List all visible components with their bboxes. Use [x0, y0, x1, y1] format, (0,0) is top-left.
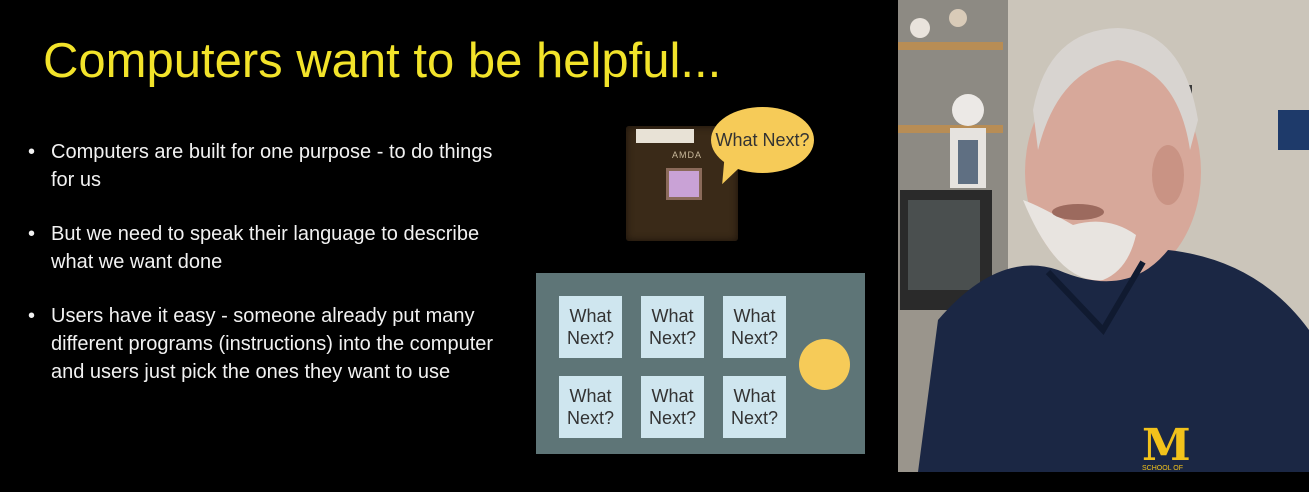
yellow-circle: [799, 339, 850, 390]
bullet-text: Computers are built for one purpose - to…: [51, 141, 493, 191]
bullet-text: But we need to speak their language to d…: [51, 223, 480, 273]
bullet-dot: •: [28, 223, 36, 245]
slide-title: Computers want to be helpful...: [43, 34, 722, 88]
speaker-video: M SCHOOL OF: [898, 0, 1309, 472]
program-tile: What Next?: [723, 296, 786, 358]
program-tile: What Next?: [641, 296, 704, 358]
speaker-scene: M SCHOOL OF: [898, 0, 1309, 472]
shirt-text: SCHOOL OF: [1142, 465, 1183, 472]
chip-sticker: [636, 129, 694, 143]
bullet-list: • Computers are built for one purpose - …: [28, 138, 498, 412]
slide: Computers want to be helpful... • Comput…: [0, 0, 898, 472]
program-tile: What Next?: [559, 296, 622, 358]
program-tile: What Next?: [723, 376, 786, 438]
bullet-dot: •: [28, 141, 36, 163]
chip-brand-label: AMDA: [672, 150, 703, 160]
shelf: [898, 42, 1003, 50]
program-tile: What Next?: [559, 376, 622, 438]
robot-toy: [952, 94, 984, 126]
chip-die: [666, 168, 702, 200]
shirt-logo: M: [1142, 420, 1191, 471]
bullet-item: • Users have it easy - someone already p…: [28, 302, 498, 386]
bullet-dot: •: [28, 305, 36, 327]
video-frame: Computers want to be helpful... • Comput…: [0, 0, 1309, 492]
bullet-text: Users have it easy - someone already put…: [51, 305, 494, 383]
program-tile: What Next?: [641, 376, 704, 438]
speech-bubble: What Next?: [711, 107, 814, 173]
bullet-item: • But we need to speak their language to…: [28, 220, 498, 276]
bullet-item: • Computers are built for one purpose - …: [28, 138, 498, 194]
